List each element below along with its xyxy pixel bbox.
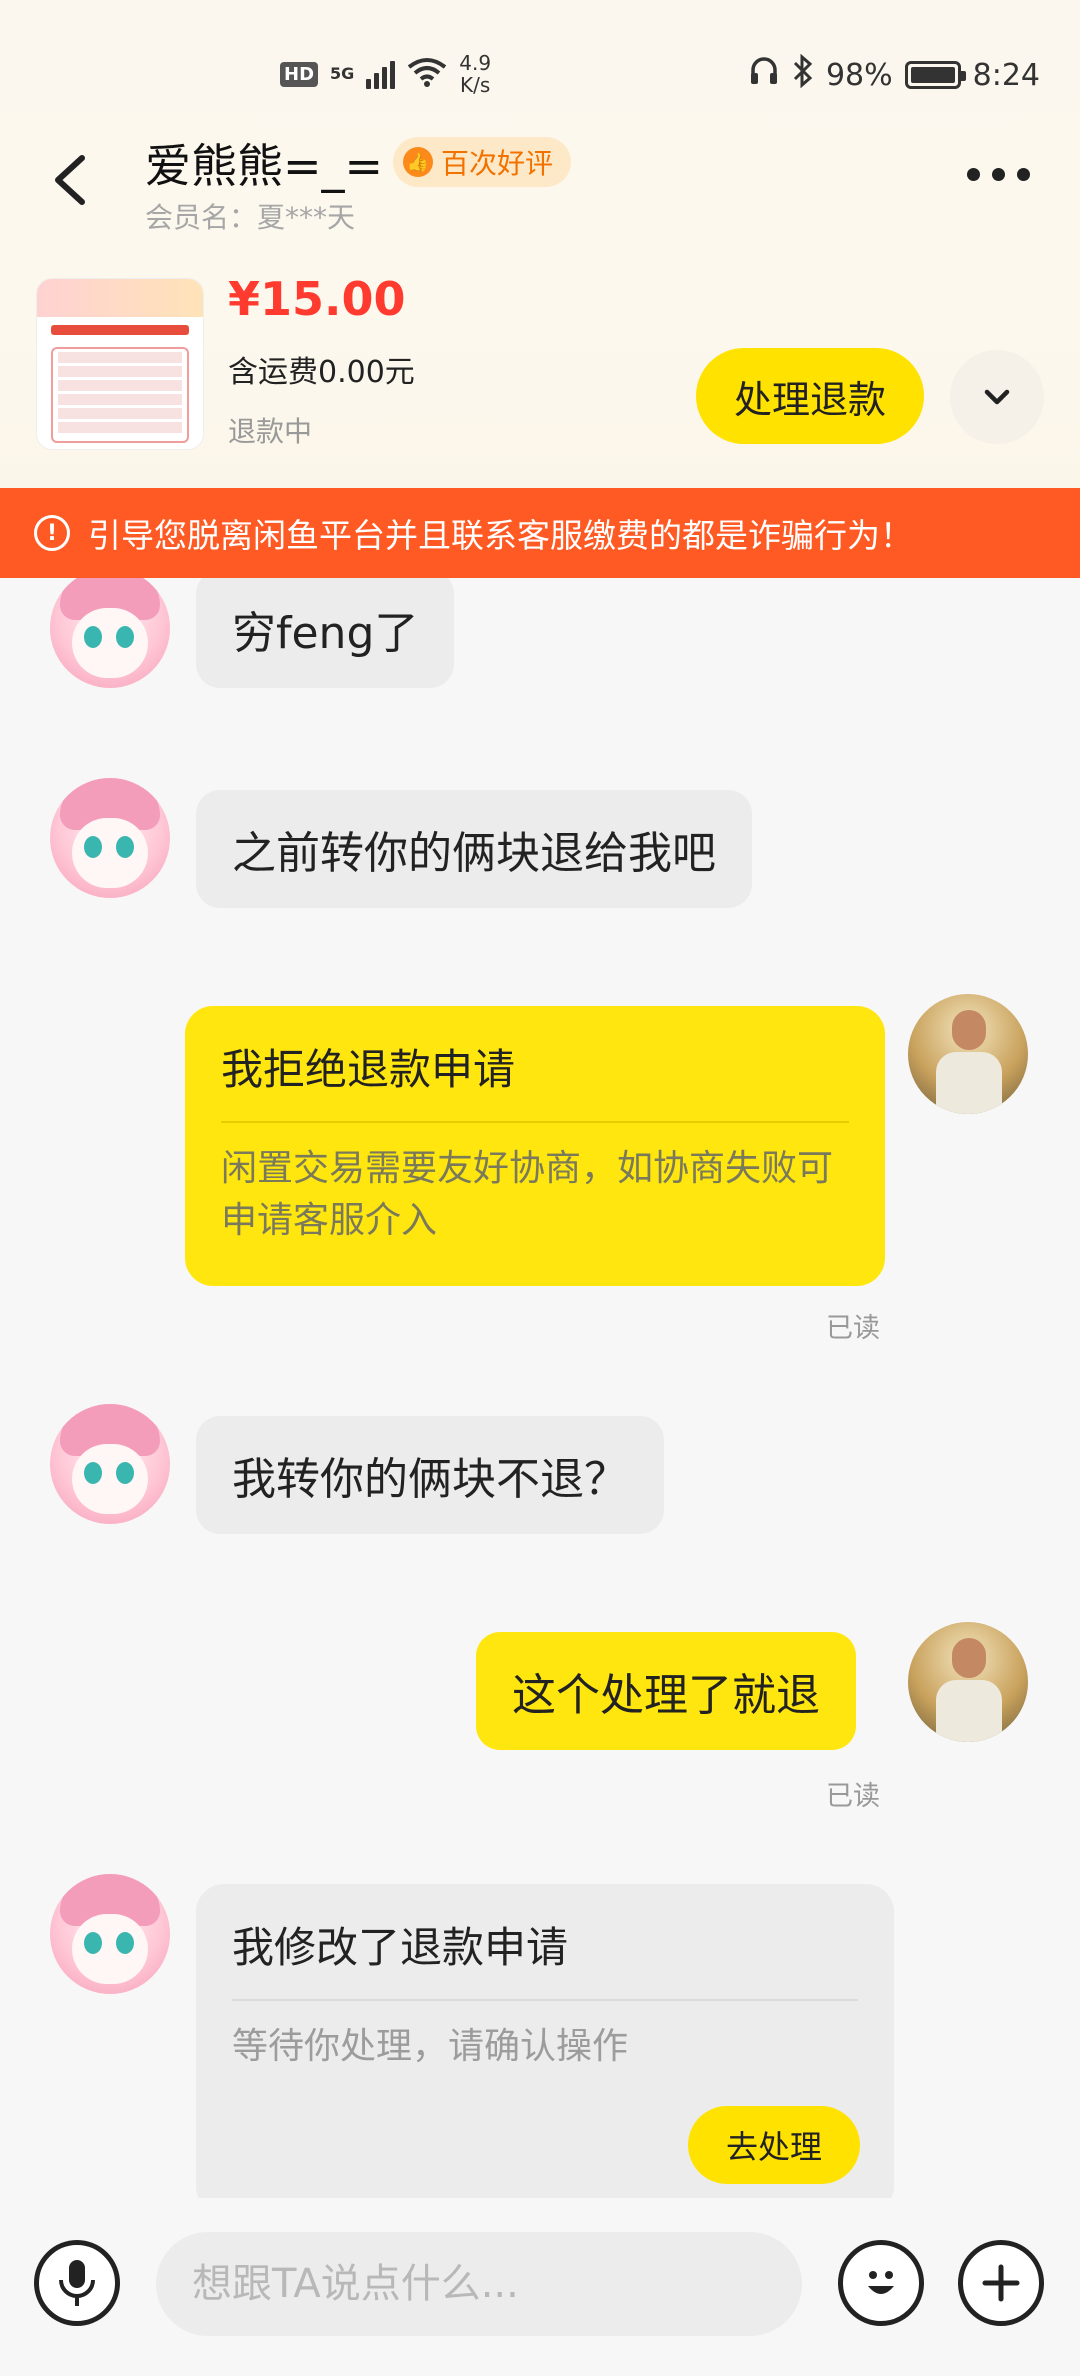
avatar[interactable] [50, 1404, 170, 1524]
avatar[interactable] [50, 778, 170, 898]
status-left: HD 5G 4.9 K/s [280, 52, 491, 96]
message-bubble[interactable]: 这个处理了就退 [476, 1632, 856, 1750]
process-refund-button[interactable]: 处理退款 [696, 348, 924, 444]
headphones-icon [748, 55, 780, 95]
message-composer [0, 2198, 1080, 2376]
thumbnail-banner [37, 279, 203, 317]
dot-icon [1017, 168, 1030, 181]
network-speed: 4.9 K/s [459, 52, 491, 96]
read-receipt: 已读 [826, 1313, 880, 1344]
rating-badge-label: 百次好评 [441, 147, 554, 180]
wifi-icon [407, 57, 447, 91]
avatar[interactable] [908, 994, 1028, 1114]
microphone-icon [59, 2260, 95, 2306]
hd-badge: HD [280, 61, 319, 87]
battery-percent: 98% [825, 57, 893, 93]
more-actions-button[interactable] [958, 2240, 1044, 2326]
plus-icon [982, 2264, 1020, 2302]
dot-icon [992, 168, 1005, 181]
shipping-fee: 含运费0.00元 [228, 355, 415, 390]
network-type: 5G [330, 64, 355, 83]
rating-badge[interactable]: 👍 百次好评 [393, 137, 572, 187]
voice-button[interactable] [34, 2240, 120, 2326]
battery-icon [904, 61, 966, 89]
fraud-warning-banner: ! 引导您脱离闲鱼平台并且联系客服缴费的都是诈骗行为！ [0, 488, 1080, 578]
message-bubble[interactable]: 之前转你的俩块退给我吧 [196, 790, 752, 908]
signal-icon [366, 59, 396, 89]
dot-icon [967, 168, 980, 181]
divider [232, 1999, 858, 2001]
avatar[interactable] [50, 1874, 170, 1994]
smiley-icon [868, 2271, 894, 2294]
divider [221, 1121, 849, 1123]
back-button[interactable] [40, 140, 110, 220]
message-bubble[interactable]: 穷feng了 [196, 578, 455, 688]
card-description: 闲置交易需要友好协商，如协商失败可申请客服介入 [221, 1148, 834, 1241]
read-receipt: 已读 [826, 1781, 880, 1812]
refund-rejected-card[interactable]: 我拒绝退款申请 闲置交易需要友好协商，如协商失败可申请客服介入 [185, 1006, 885, 1286]
card-description: 等待你处理，请确认操作 [232, 2026, 629, 2067]
more-options-button[interactable] [967, 168, 1030, 181]
clock: 8:24 [972, 57, 1040, 93]
product-thumbnail[interactable] [36, 278, 204, 450]
status-bar: HD 5G 4.9 K/s 98% 8:24 [0, 0, 1080, 150]
thumbs-up-icon: 👍 [403, 147, 433, 177]
order-status: 退款中 [228, 415, 313, 448]
chat-messages[interactable]: 穷feng了 之前转你的俩块退给我吧 我拒绝退款申请 闲置交易需要友好协商，如协… [0, 578, 1080, 2198]
refund-modified-card[interactable]: 我修改了退款申请 等待你处理，请确认操作 去处理 [196, 1884, 894, 2198]
warning-text: 引导您脱离闲鱼平台并且联系客服缴费的都是诈骗行为！ [88, 516, 913, 555]
warning-icon: ! [34, 515, 70, 551]
card-title: 我拒绝退款申请 [221, 1045, 516, 1094]
chevron-left-icon [55, 155, 85, 205]
handle-button[interactable]: 去处理 [688, 2106, 860, 2184]
message-bubble[interactable]: 我转你的俩块不退？ [196, 1416, 664, 1534]
thumbnail-table [51, 347, 189, 443]
emoji-button[interactable] [838, 2240, 924, 2326]
avatar[interactable] [908, 1622, 1028, 1742]
message-input[interactable] [156, 2232, 802, 2336]
avatar[interactable] [50, 578, 170, 688]
status-right: 98% 8:24 [748, 53, 1040, 96]
speed-unit: K/s [460, 73, 491, 97]
expand-button[interactable] [950, 350, 1044, 444]
chat-user-name[interactable]: 爱熊熊=_= [145, 130, 383, 196]
member-name: 会员名：夏***天 [145, 201, 356, 234]
product-price: ¥15.00 [228, 272, 406, 326]
card-title: 我修改了退款申请 [232, 1923, 569, 1972]
speed-value: 4.9 [459, 51, 492, 75]
chevron-down-icon [984, 389, 1010, 405]
bluetooth-icon [792, 53, 814, 96]
thumbnail-heading [51, 325, 189, 335]
